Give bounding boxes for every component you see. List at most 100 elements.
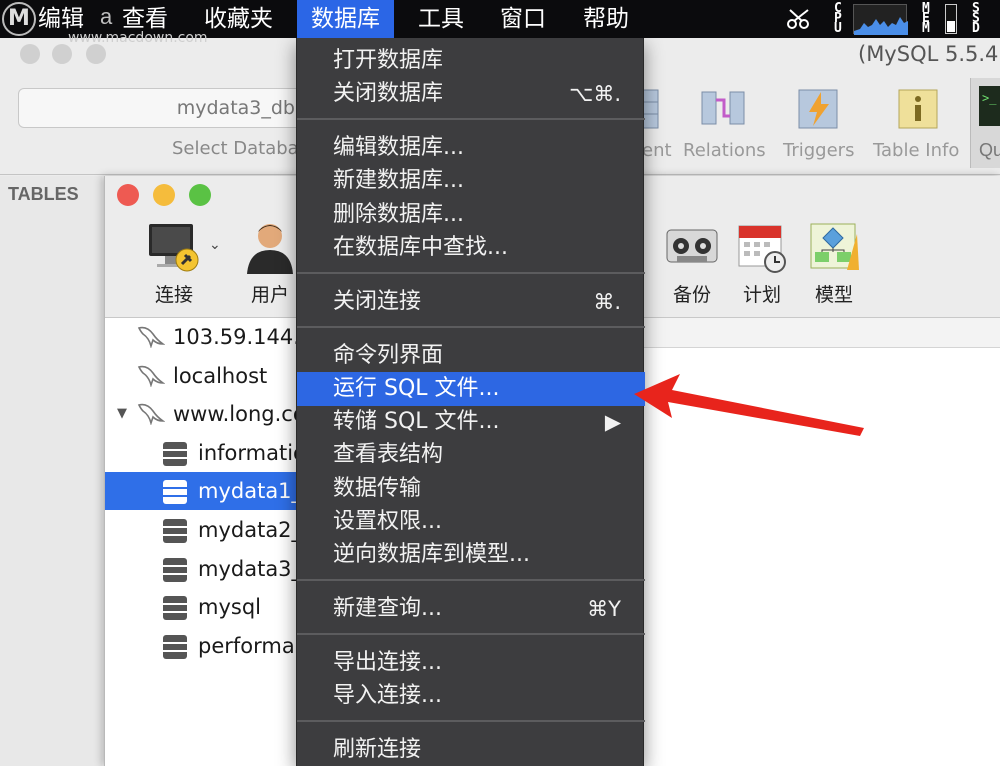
menu-item-label: 逆向数据库到模型... <box>333 542 530 567</box>
database-icon <box>163 441 187 466</box>
bg-minimize-button[interactable] <box>52 44 72 64</box>
menu-item-label: 导出连接... <box>333 650 442 675</box>
database-menu-item[interactable]: 导出连接... <box>297 646 645 680</box>
cpu-graph-icon <box>854 17 908 35</box>
disclosure-triangle-icon[interactable]: ▼ <box>117 406 127 421</box>
menu-item-label: 命令列界面 <box>333 342 444 368</box>
user-tool[interactable]: 用户 <box>235 220 305 307</box>
table-info-icon[interactable] <box>895 86 941 132</box>
chevron-down-icon[interactable]: ⌄ <box>209 236 221 253</box>
database-menu-item[interactable]: 设置权限... <box>297 505 645 539</box>
database-menu-item[interactable]: 刷新连接 <box>297 733 645 766</box>
database-menu: 打开数据库关闭数据库 ⌥⌘. 编辑数据库... 新建数据库... 删除数据库... 在数据… <box>296 38 645 766</box>
menu-separator <box>297 118 645 121</box>
database-menu-item[interactable]: 运行 SQL 文件... <box>297 372 645 406</box>
query-icon: >_ <box>979 86 1000 126</box>
connection-name: www.long.co <box>173 402 297 427</box>
database-selector[interactable]: mydata3_db <box>18 88 308 128</box>
connection-row[interactable]: localhost <box>105 357 297 395</box>
menu-item-shortcut: ⌘Y <box>587 597 621 621</box>
menu-item-label: 关闭数据库 <box>333 81 444 107</box>
database-row[interactable]: performar <box>105 627 297 665</box>
window-title: (MySQL 5.5.4 <box>858 42 999 66</box>
schedule-tool[interactable]: 计划 <box>727 220 797 307</box>
database-menu-item[interactable]: 新建数据库... <box>297 164 645 198</box>
bg-close-button[interactable] <box>20 44 40 64</box>
menu-separator <box>297 633 645 636</box>
model-tool[interactable]: 模型 <box>799 220 869 307</box>
toolbar-model-label: 模型 <box>814 284 853 306</box>
mysql-dolphin-icon <box>137 365 165 387</box>
database-row[interactable]: mydata1_c <box>105 472 297 511</box>
database-menu-item[interactable]: 关闭数据库 ⌥⌘. <box>297 77 645 111</box>
menubar-item-2[interactable]: 收藏夹 <box>204 0 273 38</box>
toolbar-table-info-label: Table Info <box>873 140 960 161</box>
menu-separator <box>297 272 645 274</box>
cpu-label: CPU <box>834 2 844 35</box>
database-menu-item[interactable]: 转储 SQL 文件... ▶ <box>297 405 645 439</box>
menu-item-label: 关闭连接 <box>333 288 422 314</box>
database-name: mysql <box>198 595 261 620</box>
ssd-letters: SSD <box>972 1 980 36</box>
database-row[interactable]: mydata2_c <box>105 511 297 549</box>
connection-row[interactable]: ▼ www.long.co <box>105 395 297 433</box>
database-menu-item[interactable]: 新建查询... ⌘Y <box>297 592 645 626</box>
memory-bar[interactable] <box>945 4 957 34</box>
toolbar-content-label: ent <box>642 140 672 161</box>
database-menu-item[interactable]: 关闭连接 ⌘. <box>297 285 645 319</box>
tables-header: TABLES <box>8 184 79 204</box>
toolbar-triggers-label: Triggers <box>783 140 855 161</box>
database-icon <box>163 596 187 621</box>
menu-item-shortcut: ⌥⌘. <box>569 82 621 107</box>
database-icon <box>163 634 187 659</box>
database-icon <box>163 519 187 543</box>
database-name: performar <box>198 633 297 658</box>
connection-tree: 103.59.144.1 localhost ▼ www.long.co informa… <box>105 318 297 766</box>
minimize-button[interactable] <box>153 184 175 206</box>
menu-item-label: 查看表结构 <box>333 442 444 468</box>
database-menu-item[interactable]: 导入连接... <box>297 679 645 713</box>
schedule-icon <box>738 225 786 273</box>
connection-row[interactable]: 103.59.144.1 <box>105 318 297 356</box>
database-name: mydata3_c <box>198 556 297 581</box>
bg-zoom-button[interactable] <box>86 44 106 64</box>
connection-tool[interactable]: 连接 <box>139 220 209 307</box>
database-menu-item[interactable]: 编辑数据库... <box>297 131 645 165</box>
close-button[interactable] <box>117 184 139 206</box>
cpu-graph[interactable] <box>853 4 908 35</box>
connection-name: 103.59.144.1 <box>173 325 297 349</box>
database-row[interactable]: mysql <box>105 588 297 626</box>
tables-sidebar <box>0 176 102 766</box>
database-row[interactable]: mydata3_c <box>105 550 297 588</box>
database-menu-item[interactable]: 命令列界面 <box>297 339 645 373</box>
menubar-item-3[interactable]: 数据库 <box>297 0 394 38</box>
watermark-text: www.macdown.com <box>68 30 208 46</box>
menu-item-shortcut: ⌘. <box>593 289 621 314</box>
menu-item-label: 转储 SQL 文件... <box>333 409 500 435</box>
backup-tool[interactable]: 备份 <box>657 220 727 307</box>
model-icon <box>810 223 859 270</box>
menu-item-label: 运行 SQL 文件... <box>333 376 500 401</box>
triggers-icon[interactable] <box>795 86 841 132</box>
database-menu-item[interactable]: 打开数据库 <box>297 44 645 78</box>
menubar-item-6[interactable]: 帮助 <box>583 0 629 38</box>
database-row[interactable]: informatio <box>105 434 297 472</box>
database-name: mydata1_c <box>198 479 297 504</box>
database-menu-item[interactable]: 数据传输 <box>297 472 645 506</box>
database-menu-item[interactable]: 删除数据库... <box>297 198 645 232</box>
database-icon <box>163 480 187 505</box>
mysql-dolphin-icon <box>137 326 165 348</box>
relations-icon[interactable] <box>700 86 746 132</box>
database-icon <box>163 557 187 582</box>
menu-item-label: 新建数据库... <box>333 168 464 194</box>
menubar-item-4[interactable]: 工具 <box>418 0 464 38</box>
database-menu-item[interactable]: 查看表结构 <box>297 438 645 472</box>
database-menu-item[interactable]: 逆向数据库到模型... <box>297 538 645 572</box>
menubar-item-5[interactable]: 窗口 <box>500 0 546 38</box>
menu-separator <box>297 720 645 723</box>
watermark-letter: a <box>100 4 113 29</box>
query-tab[interactable]: >_ Qu <box>970 78 1000 168</box>
zoom-button[interactable] <box>189 184 211 206</box>
mem-label: MEM <box>922 2 934 35</box>
database-menu-item[interactable]: 在数据库中查找... <box>297 231 645 265</box>
